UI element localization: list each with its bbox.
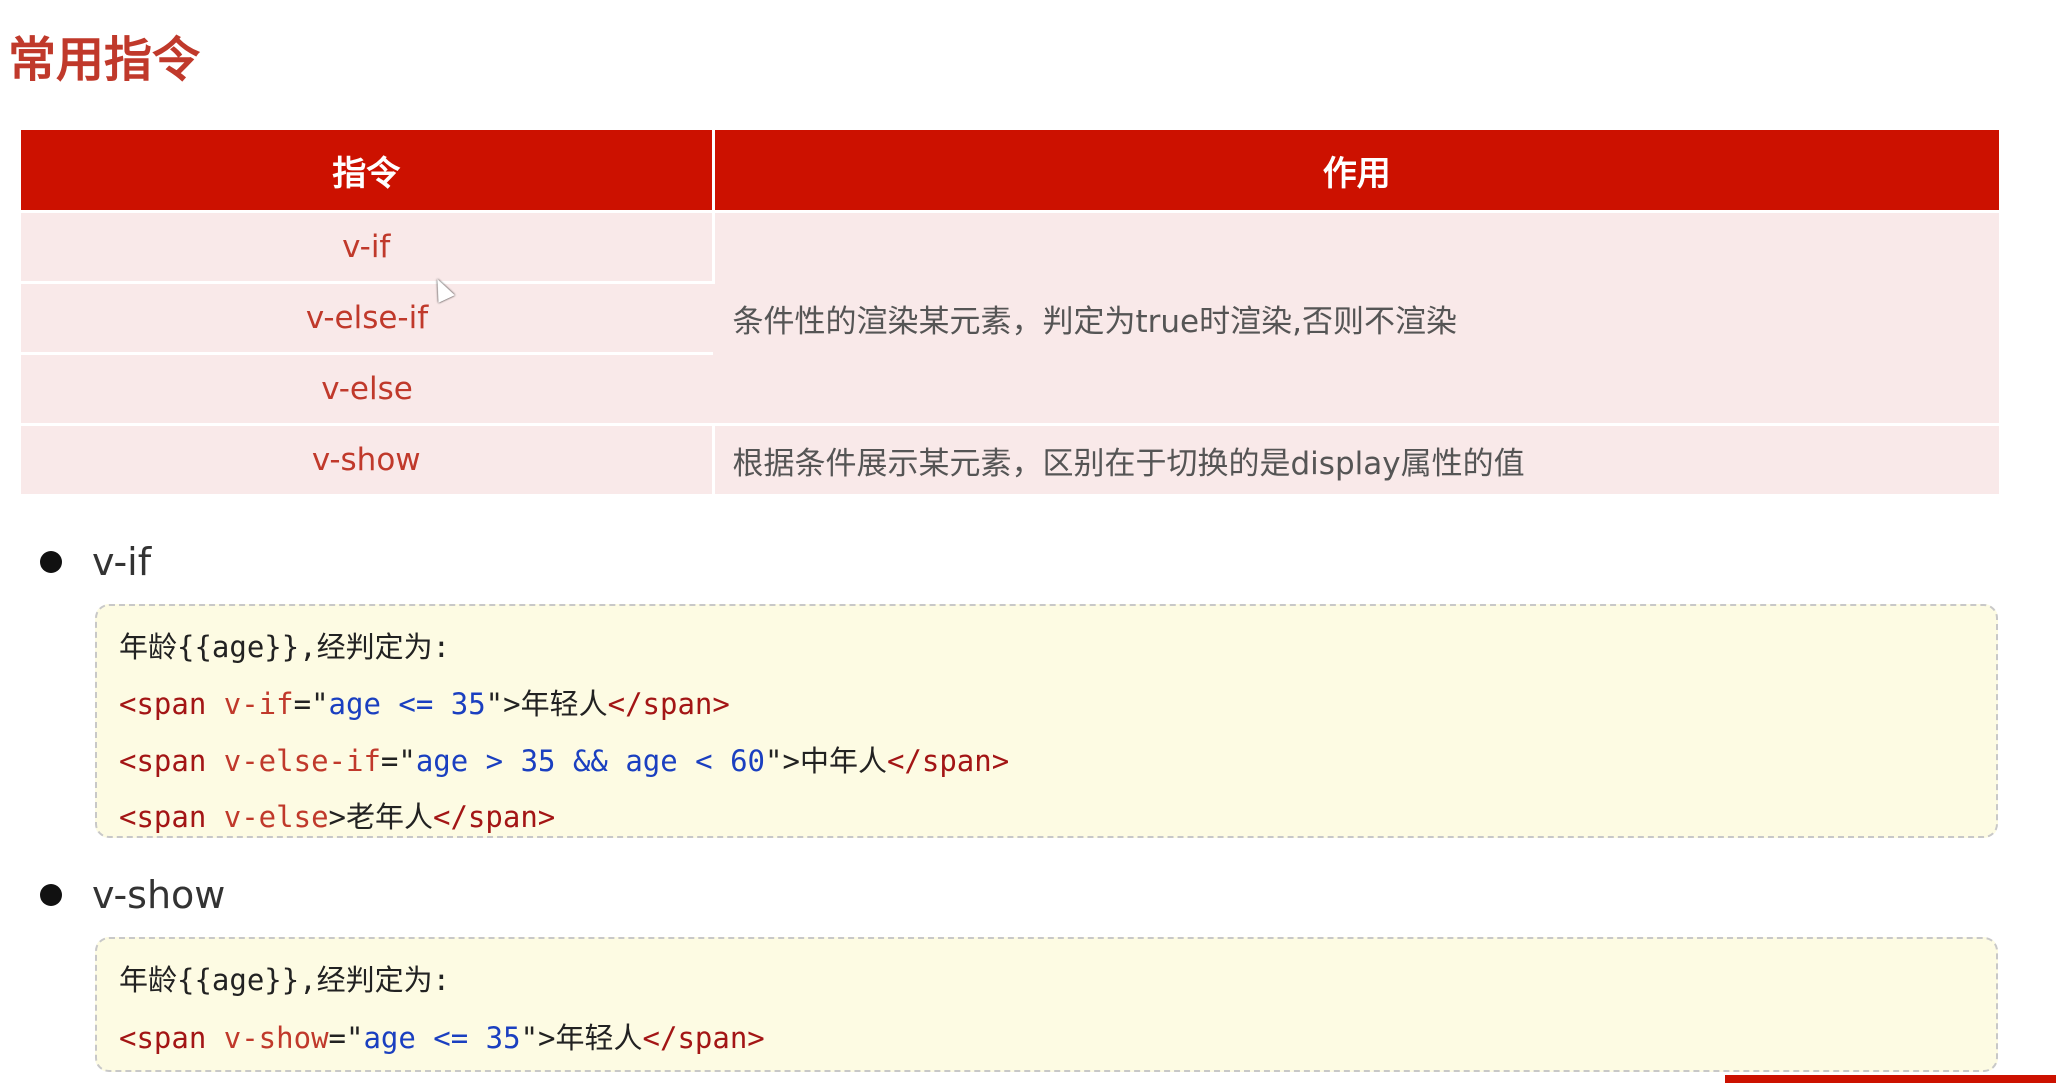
section-heading-v-if: v-if	[40, 540, 151, 584]
code-token: </span>	[433, 800, 556, 834]
header-directive: 指令	[21, 130, 715, 212]
code-token: v-if	[223, 687, 294, 721]
bullet-icon	[40, 884, 62, 906]
code-line: <span v-else-if="age > 35 && age < 60">中…	[119, 738, 1009, 780]
code-token: </span>	[886, 744, 1010, 778]
code-line: <span v-else>老年人</span>	[119, 794, 555, 836]
code-token: <span	[119, 687, 224, 721]
directive-table: 指令 作用 v-if 条件性的渲染某元素，判定为true时渲染,否则不渲染 v-…	[21, 130, 1999, 494]
directive-cell: v-else	[21, 352, 713, 425]
code-token: ="	[328, 1021, 364, 1055]
table-header-row: 指令 作用	[21, 130, 1999, 212]
code-line: 年龄{{age}},经判定为:	[119, 957, 450, 999]
code-token: ="	[380, 744, 416, 778]
code-token: v-else	[223, 800, 329, 834]
description-cell: 根据条件展示某元素，区别在于切换的是display属性的值	[713, 423, 1999, 494]
code-token: </span>	[642, 1021, 765, 1055]
code-line: 年龄{{age}},经判定为:	[119, 624, 450, 666]
page-title: 常用指令	[8, 32, 201, 88]
code-token: age <= 35	[328, 687, 486, 721]
code-token: age <= 35	[363, 1021, 521, 1055]
code-token: <span	[119, 800, 224, 834]
bullet-icon	[40, 551, 62, 573]
directive-cell: v-else-if	[21, 281, 713, 354]
directive-cell: v-show	[21, 423, 715, 494]
code-token: ">	[765, 744, 800, 778]
code-token: >	[328, 800, 346, 834]
code-token: ">	[485, 687, 521, 721]
code-token: 年轻人	[555, 1021, 643, 1055]
header-purpose: 作用	[713, 130, 1999, 212]
code-token: age > 35 && age < 60	[415, 744, 766, 778]
code-token: 年龄{{age}},经判定为:	[119, 630, 451, 664]
code-token: </span>	[607, 687, 730, 721]
section-heading-label: v-show	[92, 873, 226, 917]
code-token: 年轻人	[520, 687, 608, 721]
code-token: 中年人	[799, 744, 887, 778]
code-token: <span	[119, 1021, 224, 1055]
section-heading-label: v-if	[92, 540, 152, 584]
code-token: ">	[520, 1021, 556, 1055]
code-token: 年龄{{age}},经判定为:	[119, 963, 451, 997]
table-row: v-show 根据条件展示某元素，区别在于切换的是display属性的值	[21, 423, 1999, 494]
description-cell: 条件性的渲染某元素，判定为true时渲染,否则不渲染	[713, 210, 1999, 425]
corner-accent-bar	[1725, 1075, 2056, 1083]
code-token: v-show	[223, 1021, 329, 1055]
table-row: v-if 条件性的渲染某元素，判定为true时渲染,否则不渲染	[21, 210, 1999, 425]
section-heading-v-show: v-show	[40, 873, 225, 917]
code-block-v-show: 年龄{{age}},经判定为: <span v-show="age <= 35"…	[95, 937, 1998, 1072]
code-token: 老年人	[346, 800, 434, 834]
code-token: v-else-if	[223, 744, 381, 778]
code-token: <span	[119, 744, 224, 778]
code-token: ="	[293, 687, 329, 721]
directive-cell: v-if	[21, 210, 715, 283]
code-block-v-if: 年龄{{age}},经判定为: <span v-if="age <= 35">年…	[95, 604, 1998, 838]
code-line: <span v-if="age <= 35">年轻人</span>	[119, 681, 730, 723]
code-line: <span v-show="age <= 35">年轻人</span>	[119, 1015, 765, 1057]
